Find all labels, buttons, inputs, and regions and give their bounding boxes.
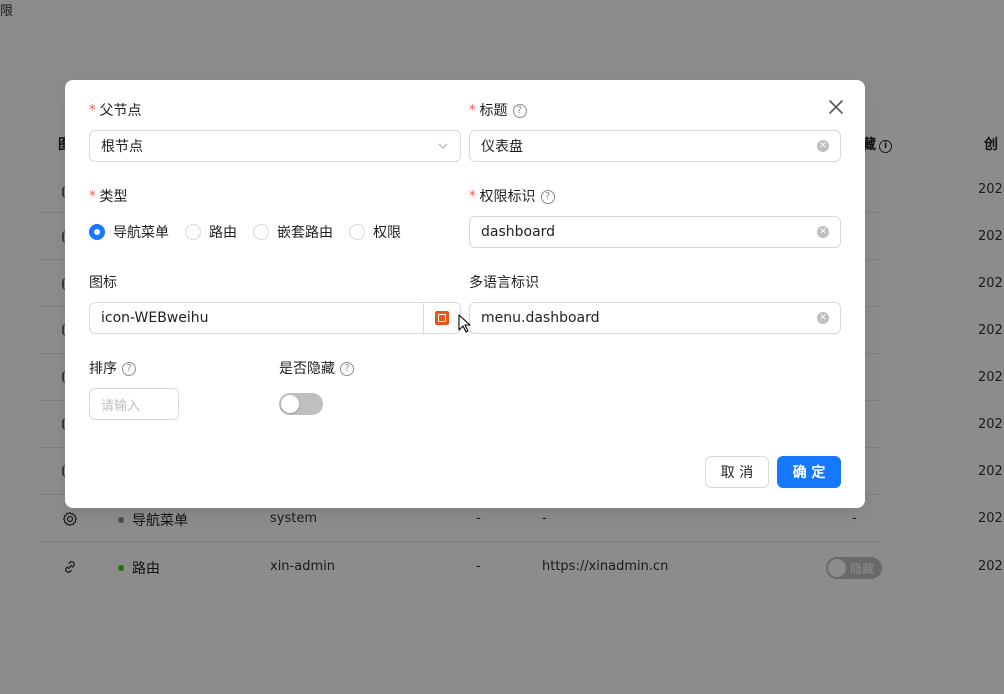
- mouse-cursor-icon: [458, 314, 471, 333]
- icon-picker-icon: [435, 311, 449, 325]
- perm-label: 权限标识: [479, 189, 536, 205]
- question-icon: ?: [512, 104, 527, 118]
- chevron-down-icon: [438, 143, 448, 149]
- i18n-label: 多语言标识: [469, 275, 539, 291]
- title-input-value: 仪表盘: [481, 139, 523, 155]
- hidden-toggle[interactable]: [279, 393, 323, 415]
- switch-knob: [281, 395, 299, 413]
- radio-nested-route[interactable]: 嵌套路由: [253, 222, 333, 242]
- required-mark: *: [89, 189, 96, 204]
- icon-picker-button[interactable]: [423, 303, 460, 333]
- type-field: * 类型: [89, 186, 128, 208]
- parent-field: * 父节点: [89, 100, 461, 122]
- hidden-label: 是否隐藏: [279, 361, 335, 377]
- icon-field: 图标: [89, 272, 117, 294]
- icon-input[interactable]: icon-WEBweihu: [89, 302, 461, 334]
- cancel-button[interactable]: 取 消: [705, 456, 769, 488]
- radio-permission[interactable]: 权限: [349, 222, 401, 242]
- title-input[interactable]: 仪表盘 ✕: [469, 130, 841, 162]
- question-icon: ?: [340, 362, 354, 376]
- clear-icon[interactable]: ✕: [817, 140, 829, 152]
- sort-field: 排序?: [89, 358, 136, 380]
- perm-field: * 权限标识?: [469, 186, 555, 208]
- icon-label: 图标: [89, 275, 117, 291]
- hidden-field: 是否隐藏?: [279, 358, 354, 380]
- parent-select-value: 根节点: [101, 139, 143, 155]
- required-mark: *: [469, 189, 476, 204]
- radio-nav-menu[interactable]: 导航菜单: [89, 222, 169, 242]
- perm-input-value: dashboard: [481, 224, 556, 240]
- sort-label: 排序: [89, 361, 117, 377]
- type-label: 类型: [99, 189, 128, 205]
- question-icon: ?: [122, 362, 136, 376]
- clear-icon[interactable]: ✕: [817, 312, 829, 324]
- required-mark: *: [469, 103, 476, 118]
- radio-circle: [89, 224, 105, 240]
- perm-input[interactable]: dashboard ✕: [469, 216, 841, 248]
- icon-input-value: icon-WEBweihu: [101, 310, 209, 326]
- parent-label: 父节点: [99, 103, 142, 119]
- radio-route[interactable]: 路由: [185, 222, 237, 242]
- type-radio-group: 导航菜单 路由 嵌套路由 权限: [89, 222, 417, 242]
- clear-icon[interactable]: ✕: [817, 226, 829, 238]
- title-label: 标题: [479, 103, 508, 119]
- i18n-input[interactable]: menu.dashboard ✕: [469, 302, 841, 334]
- question-icon: ?: [540, 190, 555, 204]
- i18n-input-value: menu.dashboard: [481, 310, 600, 326]
- sort-input[interactable]: 请输入: [89, 388, 179, 420]
- ok-button[interactable]: 确 定: [777, 456, 841, 488]
- radio-circle: [185, 224, 201, 240]
- title-field: * 标题?: [469, 100, 841, 122]
- radio-circle: [253, 224, 269, 240]
- required-mark: *: [89, 103, 96, 118]
- i18n-field: 多语言标识: [469, 272, 539, 294]
- edit-menu-modal: * 父节点 根节点 * 标题? 仪表盘 ✕ * 类型 导航菜单 路由 嵌套路由 权限 …: [65, 80, 865, 508]
- radio-circle: [349, 224, 365, 240]
- sort-input-placeholder: 请输入: [101, 398, 141, 414]
- parent-select[interactable]: 根节点: [89, 130, 461, 162]
